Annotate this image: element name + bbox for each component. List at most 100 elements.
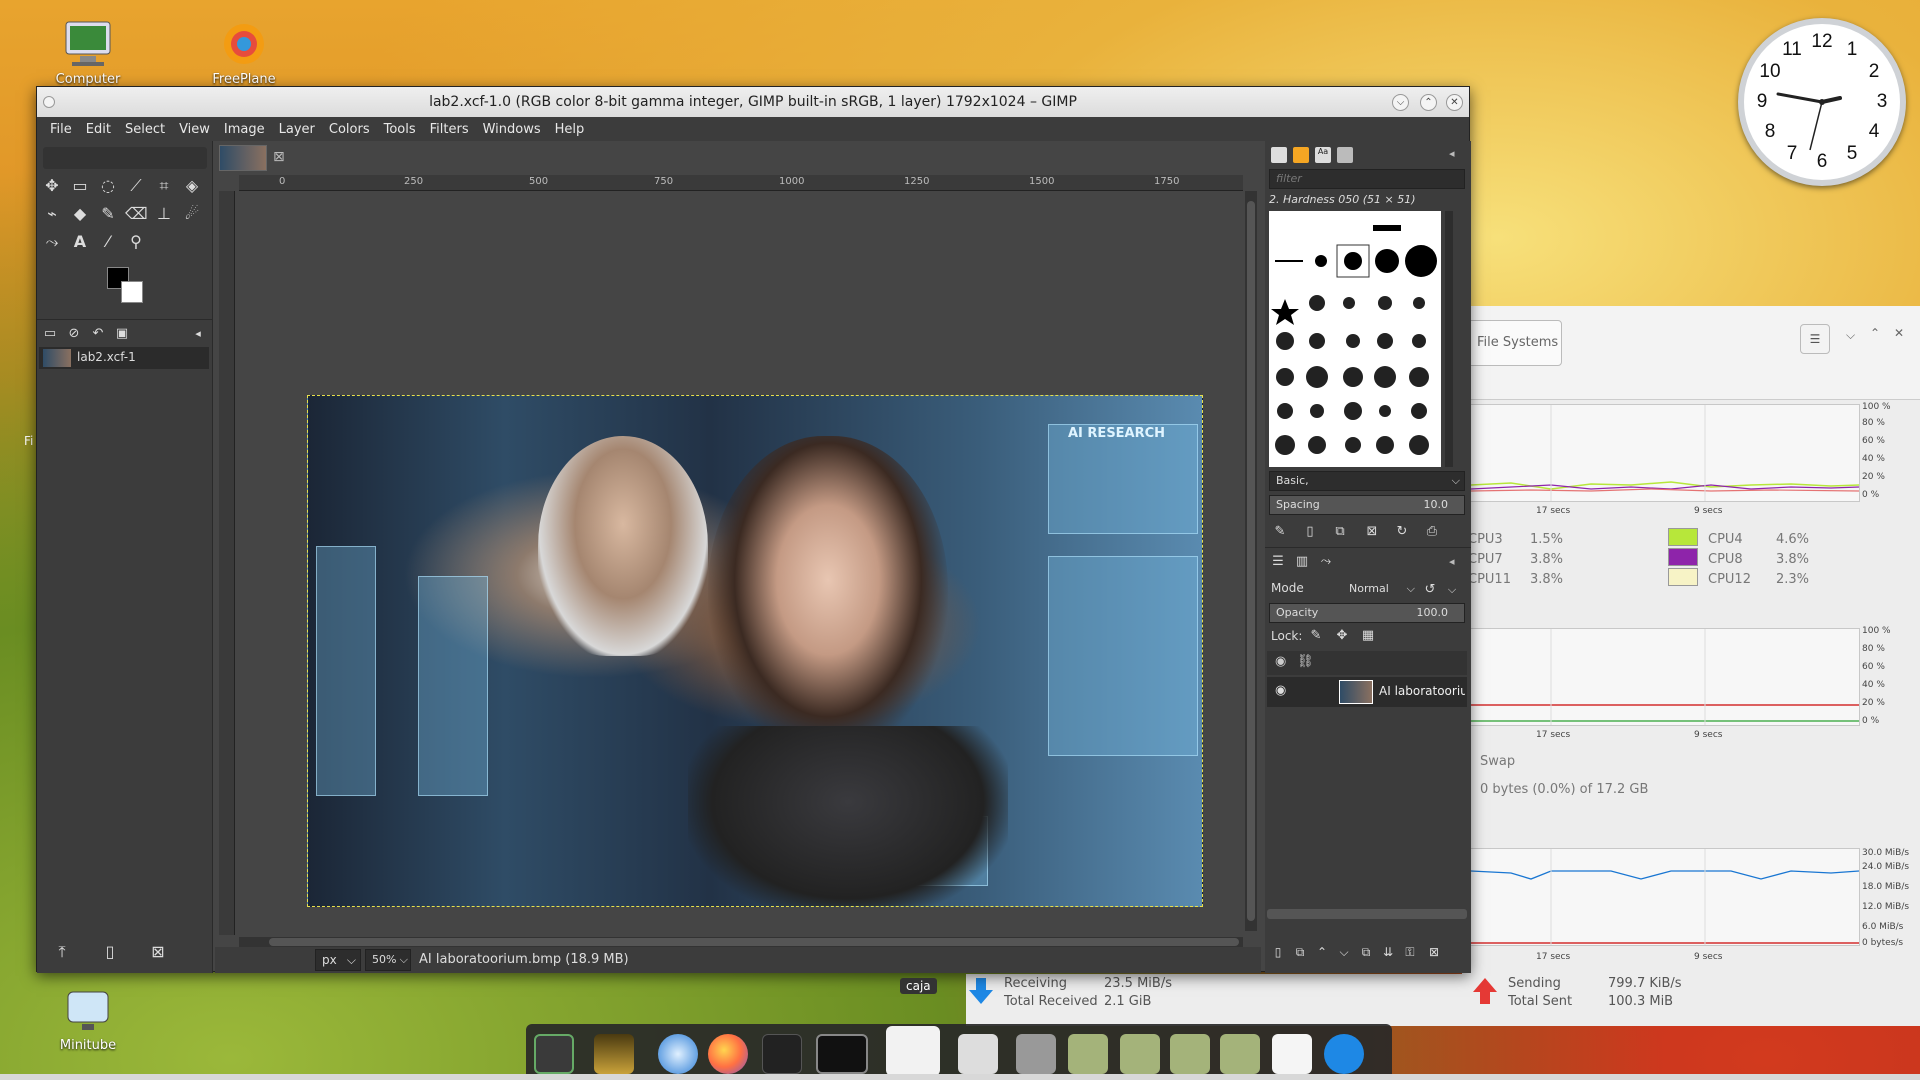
smudge-icon[interactable]: ☄ — [181, 203, 203, 225]
images-tab-icon[interactable]: ▣ — [111, 323, 133, 345]
eye-icon[interactable]: ◉ — [1275, 683, 1286, 698]
paths-tab-icon[interactable]: ⤳ — [1315, 551, 1337, 573]
color-picker-icon[interactable]: ⁄ — [97, 231, 119, 253]
menu-layer[interactable]: Layer — [272, 122, 322, 137]
desktop-icon-freeplane[interactable]: FreePlane — [184, 20, 304, 87]
transform-icon[interactable]: ◈ — [181, 175, 203, 197]
opacity-slider[interactable]: Opacity 100.0 — [1269, 603, 1465, 623]
image-viewer-icon[interactable] — [958, 1034, 998, 1074]
tab-menu-icon[interactable]: ◂ — [1449, 555, 1455, 568]
merge-layer-icon[interactable]: ⇊ — [1377, 941, 1399, 963]
clone-icon[interactable]: ⊥ — [153, 203, 175, 225]
brush-preset-select[interactable]: Basic, ⌵ — [1269, 471, 1465, 491]
eraser-icon[interactable]: ⌫ — [125, 203, 148, 225]
menu-colors[interactable]: Colors — [322, 122, 377, 137]
lasso-icon[interactable]: ◌ — [97, 175, 119, 197]
new-layer-icon[interactable]: ▯ — [1267, 941, 1289, 963]
new-brush-icon[interactable]: ▯ — [1299, 521, 1321, 543]
image-canvas[interactable]: AI RESEARCH 33 — [307, 395, 1203, 907]
downloads-folder-icon[interactable] — [1170, 1034, 1210, 1074]
chain-icon[interactable]: ⛓ — [1297, 654, 1314, 669]
title-bar[interactable]: lab2.xcf-1.0 (RGB color 8-bit gamma inte… — [37, 87, 1469, 117]
menu-icon[interactable]: ☰ — [1800, 324, 1830, 354]
home-folder-icon[interactable] — [1068, 1034, 1108, 1074]
terminal-icon[interactable] — [816, 1034, 868, 1074]
launcher-icon[interactable] — [534, 1034, 574, 1074]
brush-grid[interactable] — [1269, 211, 1441, 467]
fonts-tab-icon[interactable]: Aa — [1315, 147, 1331, 163]
move-tool-icon[interactable]: ✥ — [41, 175, 63, 197]
text-tool-icon[interactable]: A — [69, 231, 91, 253]
cpu-color-swatch[interactable] — [1668, 528, 1698, 546]
chevron-down-icon[interactable]: ⌵ — [1441, 579, 1463, 601]
window-menu-icon[interactable] — [43, 96, 55, 108]
brush-filter-input[interactable]: filter — [1269, 169, 1465, 189]
duplicate-brush-icon[interactable]: ⧉ — [1329, 521, 1351, 543]
accessibility-icon[interactable] — [1324, 1034, 1364, 1074]
layer-name[interactable]: AI laboratoorium — [1379, 684, 1465, 698]
paintbrush-icon[interactable]: ✎ — [97, 203, 119, 225]
new-layer-group-icon[interactable]: ⧉ — [1289, 941, 1311, 963]
minimize-button[interactable]: ⌵ — [1392, 94, 1409, 111]
tab-file-systems[interactable]: File Systems — [1466, 320, 1562, 366]
lock-position-icon[interactable]: ✥ — [1331, 625, 1353, 647]
eye-icon[interactable]: ◉ — [1275, 654, 1286, 669]
menu-image[interactable]: Image — [217, 122, 272, 137]
menu-select[interactable]: Select — [118, 122, 172, 137]
maximize-button[interactable]: ⌃ — [1420, 94, 1437, 111]
edit-brush-icon[interactable]: ✎ — [1269, 521, 1291, 543]
desktop-icon-computer[interactable]: Computer — [28, 20, 148, 87]
warp-icon[interactable]: ⌁ — [41, 203, 63, 225]
device-status-tab-icon[interactable]: ⊘ — [63, 323, 85, 345]
delete-brush-icon[interactable]: ⊠ — [1361, 521, 1383, 543]
system-monitor-icon[interactable] — [762, 1034, 802, 1074]
bucket-fill-icon[interactable]: ◆ — [69, 203, 91, 225]
firefox-icon[interactable] — [708, 1034, 748, 1074]
rect-select-icon[interactable]: ▭ — [69, 175, 91, 197]
maximize-icon[interactable]: ⌃ — [1870, 326, 1880, 340]
brushes-tab-icon[interactable] — [1271, 147, 1287, 163]
layer-row[interactable]: ◉ AI laboratoorium — [1267, 677, 1467, 707]
close-icon[interactable]: ✕ — [1894, 326, 1904, 340]
desktop-icon-minitube[interactable]: Minitube — [28, 986, 148, 1053]
mask-icon[interactable]: ⚿ — [1399, 941, 1421, 963]
gimp-taskbar-icon[interactable] — [886, 1026, 940, 1076]
zoom-icon[interactable]: ⚲ — [125, 231, 147, 253]
vertical-scrollbar[interactable] — [1245, 191, 1257, 931]
folder-icon[interactable] — [1120, 1034, 1160, 1074]
undo-history-tab-icon[interactable]: ↶ — [87, 323, 109, 345]
duplicate-layer-icon[interactable]: ⧉ — [1355, 941, 1377, 963]
menu-filters[interactable]: Filters — [423, 122, 476, 137]
paths-icon[interactable]: ⤳ — [41, 231, 63, 253]
reset-mode-icon[interactable]: ↺ — [1419, 579, 1441, 601]
channels-tab-icon[interactable]: ▥ — [1291, 551, 1313, 573]
tab-menu-icon[interactable]: ◂ — [1449, 147, 1455, 160]
spacing-slider[interactable]: Spacing 10.0 — [1269, 495, 1465, 515]
patterns-tab-icon[interactable] — [1293, 147, 1309, 163]
menu-windows[interactable]: Windows — [476, 122, 548, 137]
new-display-icon[interactable]: ▯ — [99, 941, 121, 963]
close-button[interactable]: ✕ — [1446, 94, 1463, 111]
close-tab-icon[interactable]: ⊠ — [273, 149, 285, 165]
image-list-item[interactable]: lab2.xcf-1 — [39, 347, 209, 369]
menu-help[interactable]: Help — [548, 122, 592, 137]
raise-layer-icon[interactable]: ⌃ — [1311, 941, 1333, 963]
mode-select[interactable]: Normal ⌵ — [1349, 579, 1417, 599]
image-tab-thumbnail[interactable] — [219, 145, 267, 171]
tool-options-tab-icon[interactable]: ▭ — [39, 323, 61, 345]
cpu-color-swatch[interactable] — [1668, 568, 1698, 586]
background-color[interactable] — [121, 281, 143, 303]
lower-layer-icon[interactable]: ⌵ — [1333, 941, 1355, 963]
device-icon[interactable] — [1272, 1034, 1312, 1074]
chevron-down-icon[interactable]: ⌵ — [1846, 328, 1855, 343]
unit-select[interactable]: px ⌵ — [315, 949, 361, 971]
document-history-tab-icon[interactable] — [1337, 147, 1353, 163]
cpu-color-swatch[interactable] — [1668, 548, 1698, 566]
layers-scrollbar[interactable] — [1267, 909, 1467, 919]
tab-menu-icon[interactable]: ◂ — [187, 323, 209, 345]
menu-view[interactable]: View — [172, 122, 217, 137]
menu-file[interactable]: File — [43, 122, 79, 137]
scrollbar-thumb[interactable] — [1247, 201, 1255, 921]
scrollbar-thumb[interactable] — [269, 938, 1239, 946]
brush-scrollbar[interactable] — [1445, 211, 1453, 467]
